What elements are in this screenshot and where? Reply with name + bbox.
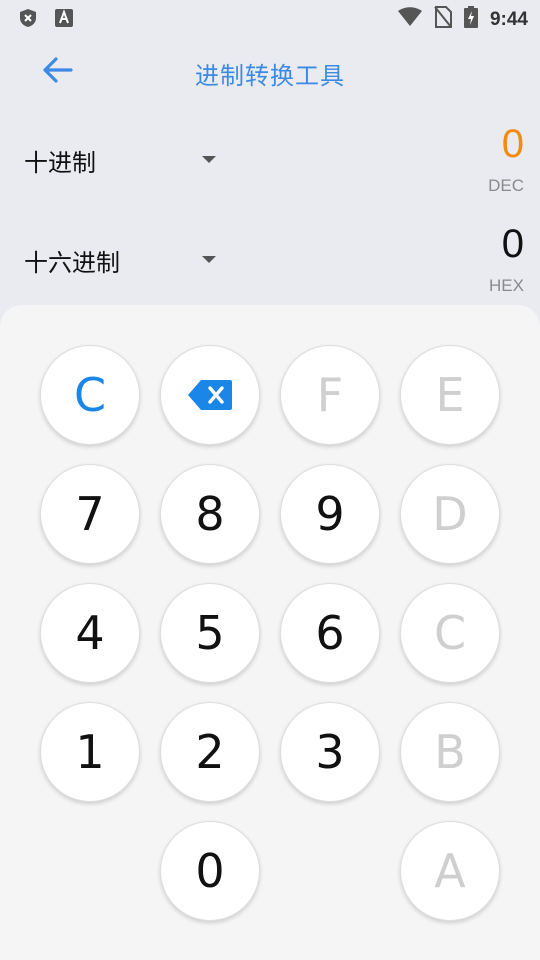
key-b[interactable]: B	[400, 702, 500, 802]
keypad: C F E 7 8 9 D 4 5 6 C 1 2 3 B 0 A	[0, 305, 540, 960]
source-value: 0	[501, 122, 524, 166]
key-1[interactable]: 1	[40, 702, 140, 802]
font-a-icon	[54, 8, 74, 33]
key-9[interactable]: 9	[280, 464, 380, 564]
key-c[interactable]: C	[400, 583, 500, 683]
target-unit: HEX	[489, 276, 524, 295]
clear-button[interactable]: C	[40, 345, 140, 445]
key-a[interactable]: A	[400, 821, 500, 921]
source-unit: DEC	[488, 176, 524, 195]
no-sim-icon	[434, 6, 452, 33]
shield-x-icon	[18, 8, 38, 33]
key-5[interactable]: 5	[160, 583, 260, 683]
app-bar: 进制转换工具	[0, 36, 540, 108]
chevron-down-icon	[202, 156, 216, 163]
key-2[interactable]: 2	[160, 702, 260, 802]
status-time: 9:44	[489, 8, 528, 30]
wifi-icon	[397, 7, 422, 32]
key-7[interactable]: 7	[40, 464, 140, 564]
backspace-button[interactable]	[160, 345, 260, 445]
source-base-label: 十进制	[24, 149, 96, 177]
key-4[interactable]: 4	[40, 583, 140, 683]
target-base-row: 十六进制 0 HEX	[0, 212, 540, 302]
battery-charging-icon	[463, 6, 478, 33]
key-6[interactable]: 6	[280, 583, 380, 683]
chevron-down-icon	[202, 256, 216, 263]
source-base-dropdown[interactable]: 十进制	[24, 142, 224, 178]
key-0[interactable]: 0	[160, 821, 260, 921]
key-f[interactable]: F	[280, 345, 380, 445]
source-base-row: 十进制 0 DEC	[0, 112, 540, 202]
status-bar: 9:44	[0, 0, 540, 36]
target-value: 0	[501, 222, 524, 266]
target-base-label: 十六进制	[24, 249, 120, 277]
backspace-icon	[187, 368, 233, 422]
key-3[interactable]: 3	[280, 702, 380, 802]
key-e[interactable]: E	[400, 345, 500, 445]
key-d[interactable]: D	[400, 464, 500, 564]
key-8[interactable]: 8	[160, 464, 260, 564]
page-title: 进制转换工具	[195, 63, 345, 90]
target-base-dropdown[interactable]: 十六进制	[24, 242, 224, 278]
